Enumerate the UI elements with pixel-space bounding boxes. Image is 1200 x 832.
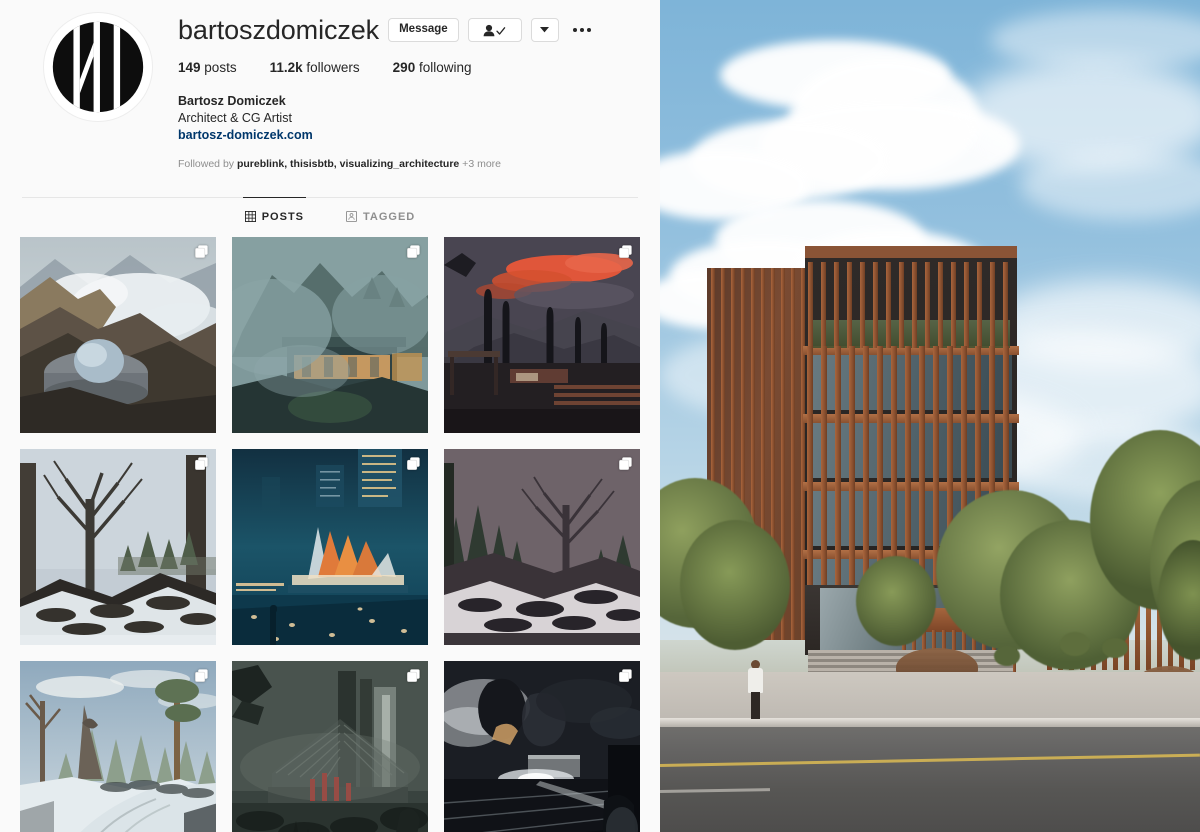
- stat-posts-label: posts: [204, 60, 237, 75]
- profile-info: bartoszdomiczek Message 149 posts 11.2k …: [178, 6, 642, 171]
- bio-text: Architect & CG Artist: [178, 110, 292, 125]
- multiple-photos-icon: [195, 668, 208, 682]
- post-thumbnail: [444, 236, 640, 433]
- post-sunny-snow-road-pines[interactable]: [20, 660, 216, 832]
- instagram-profile-with-render-preview: bartoszdomiczek Message 149 posts 11.2k …: [0, 0, 1200, 832]
- post-night-city-opera-house[interactable]: [232, 448, 428, 645]
- architectural-render-image: [660, 0, 1200, 832]
- profile-bio: Bartosz Domiczek Architect & CG Artist b…: [178, 93, 642, 144]
- post-thumbnail: [20, 660, 216, 832]
- posts-grid: [0, 236, 660, 832]
- road-tree-shadows: [660, 727, 1200, 832]
- avatar[interactable]: [43, 12, 153, 122]
- profile-pane: bartoszdomiczek Message 149 posts 11.2k …: [0, 0, 660, 832]
- stat-posts[interactable]: 149 posts: [178, 60, 237, 75]
- website-link[interactable]: bartosz-domiczek.com: [178, 127, 313, 144]
- multiple-photos-icon: [407, 668, 420, 682]
- multiple-photos-icon: [195, 244, 208, 258]
- grid-icon: [244, 211, 256, 222]
- stat-followers-label: followers: [306, 60, 360, 75]
- username-row: bartoszdomiczek Message: [178, 14, 642, 46]
- tree: [680, 520, 790, 650]
- stat-following[interactable]: 290 following: [393, 60, 472, 75]
- multiple-photos-icon: [407, 244, 420, 258]
- multiple-photos-icon: [619, 244, 632, 258]
- stat-following-label: following: [418, 60, 472, 75]
- more-options-dot: [586, 28, 591, 32]
- chevron-down-icon: [540, 27, 550, 33]
- tag-person-icon: [346, 211, 358, 222]
- followed-by: Followed by pureblink, thisisbtb, visual…: [178, 157, 642, 171]
- tree: [856, 556, 936, 646]
- post-twilight-snow-forest[interactable]: [444, 448, 640, 645]
- page-title: bartoszdomiczek: [178, 15, 380, 45]
- post-thumbnail: [232, 236, 428, 433]
- profile-tabs: POSTS TAGGED: [0, 196, 660, 235]
- person-legs: [751, 692, 760, 719]
- tab-tagged[interactable]: TAGGED: [344, 197, 417, 235]
- post-thumbnail: [20, 448, 216, 645]
- post-thumbnail: [20, 236, 216, 433]
- following-button[interactable]: [467, 18, 522, 42]
- curb: [660, 718, 1200, 727]
- post-thumbnail: [232, 660, 428, 832]
- stat-followers-value: 11.2k: [269, 60, 303, 75]
- message-button[interactable]: Message: [388, 18, 459, 42]
- full-name: Bartosz Domiczek: [178, 94, 286, 108]
- profile-header: bartoszdomiczek Message 149 posts 11.2k …: [0, 0, 660, 171]
- post-misty-dark-structure-red-lights[interactable]: [232, 660, 428, 832]
- post-dusk-terrace-with-red-clouds[interactable]: [444, 236, 640, 433]
- shrub: [1102, 638, 1128, 658]
- more-options-button[interactable]: [569, 19, 595, 41]
- avatar-container: [18, 6, 178, 171]
- stat-following-value: 290: [392, 60, 416, 75]
- roof-crown-slats: [805, 262, 1017, 348]
- post-thumbnail: [444, 448, 640, 645]
- more-options-dot: [579, 28, 584, 32]
- post-mountain-observatory-dome[interactable]: [20, 236, 216, 433]
- more-options-dot: [572, 28, 577, 32]
- post-thumbnail: [444, 660, 640, 832]
- multiple-photos-icon: [195, 456, 208, 470]
- profile-stats: 149 posts 11.2k followers 290 following: [178, 60, 642, 75]
- person-check-icon: [483, 24, 505, 36]
- multiple-photos-icon: [619, 668, 632, 682]
- followed-by-suffix[interactable]: +3 more: [459, 158, 501, 170]
- following-dropdown-button[interactable]: [530, 18, 559, 42]
- tab-tagged-label: TAGGED: [363, 210, 416, 223]
- person-torso: [748, 668, 763, 693]
- sidewalk-plaza: [660, 672, 1200, 724]
- multiple-photos-icon: [407, 456, 420, 470]
- post-winter-forest-bare-trees[interactable]: [20, 448, 216, 645]
- tab-posts-label: POSTS: [261, 210, 305, 223]
- followed-by-names[interactable]: pureblink, thisisbtb, visualizing_archit…: [237, 158, 459, 170]
- stat-followers[interactable]: 11.2k followers: [270, 60, 360, 75]
- post-thumbnail: [232, 448, 428, 645]
- tab-posts[interactable]: POSTS: [242, 196, 307, 235]
- logo-monogram-icon: [52, 21, 144, 113]
- building-roof-edge: [805, 246, 1017, 258]
- post-stormy-night-lit-building[interactable]: [444, 660, 640, 832]
- shrub: [1060, 632, 1090, 656]
- shrub: [994, 646, 1020, 666]
- post-foggy-lit-house-in-forest[interactable]: [232, 236, 428, 433]
- multiple-photos-icon: [619, 456, 632, 470]
- followed-by-prefix: Followed by: [178, 157, 237, 170]
- stat-posts-value: 149: [178, 60, 201, 75]
